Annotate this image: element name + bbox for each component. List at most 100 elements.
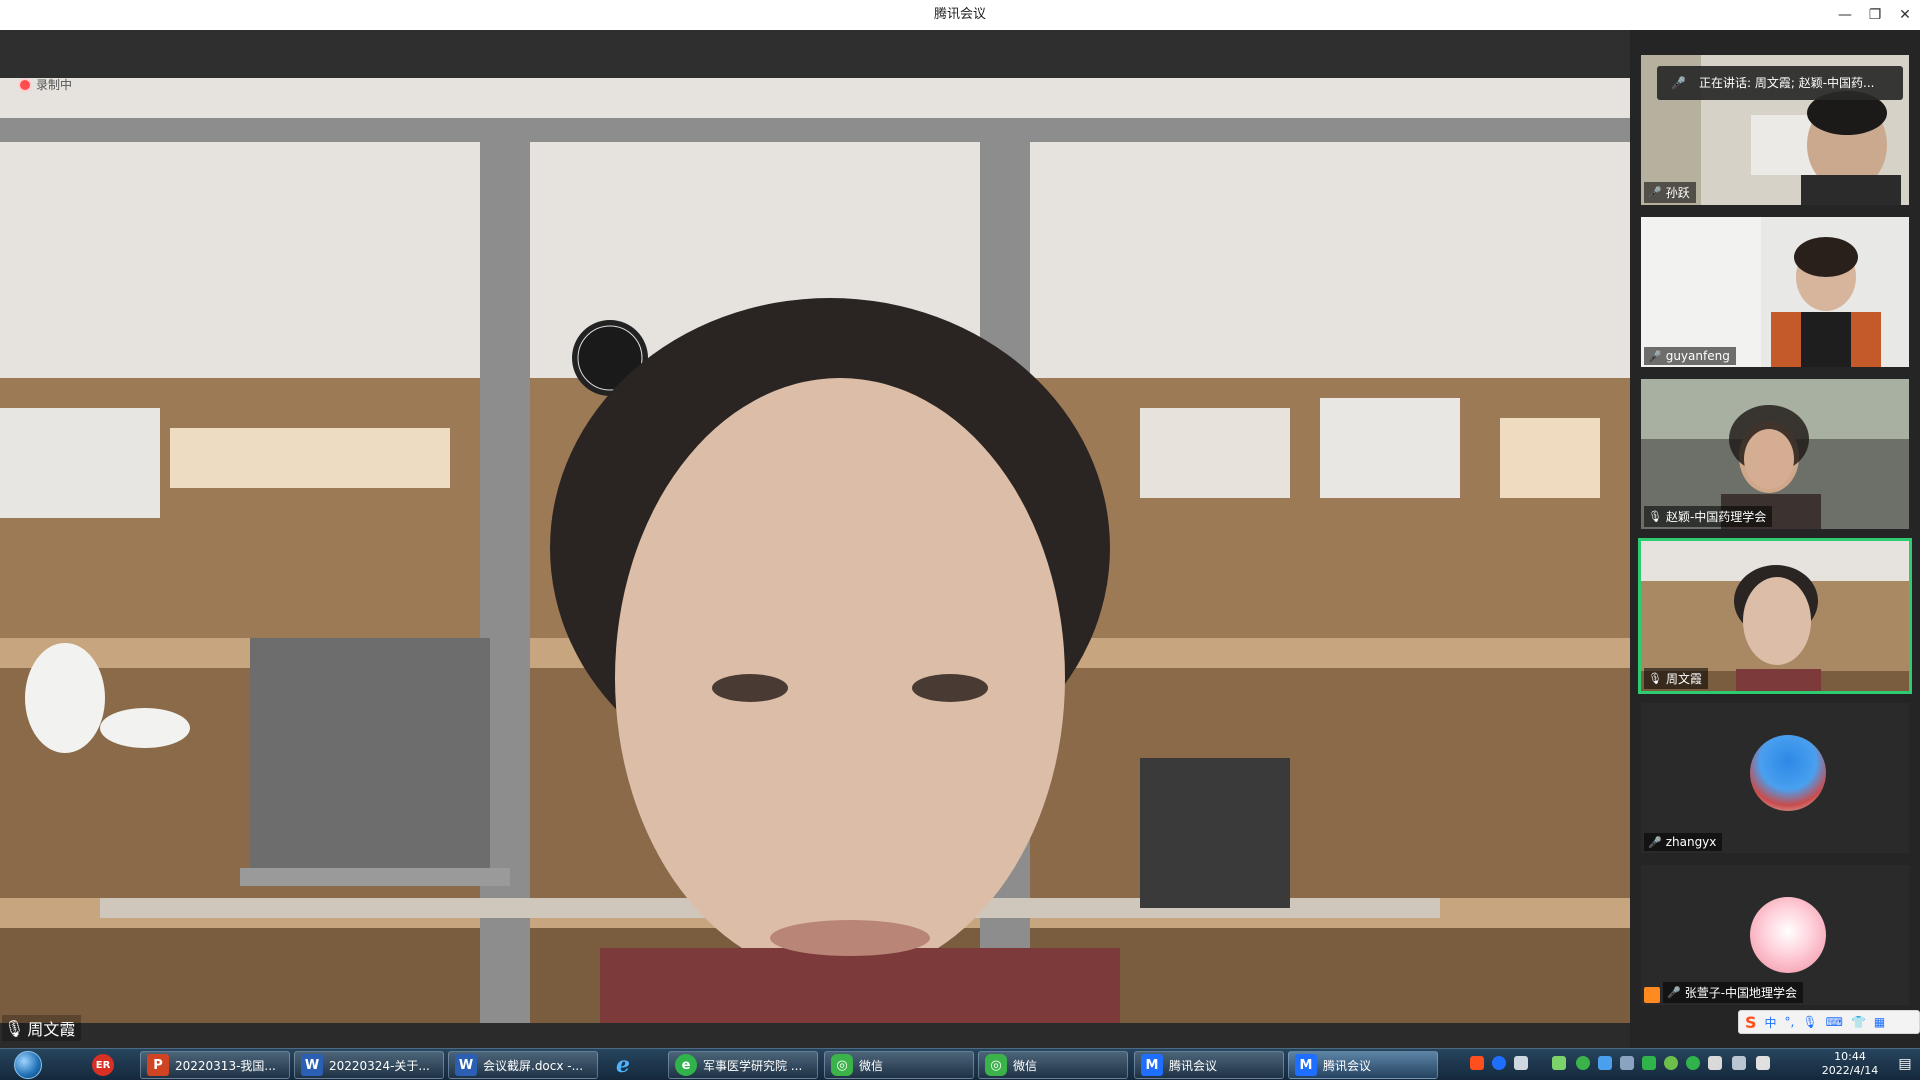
mic-muted-icon: 🎤 — [1648, 349, 1662, 363]
minimize-button[interactable]: — — [1830, 0, 1860, 30]
taskbar-item-label: 军事医学研究院 ... — [703, 1058, 803, 1073]
speaking-now-banner: 🎤 正在讲话: 周文霞; 赵颖-中国药... — [1657, 66, 1903, 100]
title-bar: 腾讯会议 — ❐ ✕ — [0, 0, 1920, 31]
participant-name: 赵颖-中国药理学会 — [1665, 510, 1767, 524]
host-badge-icon — [1644, 987, 1660, 1003]
browser-icon: e — [675, 1054, 697, 1076]
mic-icon: 🎤 — [1671, 76, 1686, 90]
window-title: 腾讯会议 — [933, 7, 986, 22]
sogou-ime-icon: S — [1745, 1012, 1757, 1032]
participant-label: 🎤 guyanfeng — [1644, 347, 1736, 365]
tencent-meeting-window: 腾讯会议 — ❐ ✕ 录制中 🎙 周文霞 🎤 孙跃 🎤 正在讲话: 周文霞; 赵… — [0, 0, 1920, 1080]
participant-name: zhangyx — [1665, 835, 1717, 849]
word-icon: W — [301, 1054, 323, 1076]
tencent-meeting-icon: M — [1295, 1054, 1317, 1076]
taskbar-pinned-er[interactable]: ER — [86, 1051, 126, 1079]
taskbar-item-meeting-2[interactable]: M 腾讯会议 — [1288, 1051, 1438, 1079]
taskbar-item-label: 20220313-我国... — [175, 1058, 276, 1073]
internet-explorer-icon: e — [616, 1052, 630, 1078]
active-speaker-name: 🎙 周文霞 — [2, 1015, 82, 1041]
participant-label: 🎙 赵颖-中国药理学会 — [1644, 506, 1773, 527]
ime-mode[interactable]: 中 — [1765, 1014, 1777, 1031]
clock-time: 10:44 — [1834, 1050, 1866, 1063]
participant-label: 🎤 zhangyx — [1644, 833, 1723, 851]
participant-label: 🎤 孙跃 — [1644, 182, 1696, 203]
help-icon[interactable] — [1492, 1056, 1506, 1070]
er-app-icon: ER — [92, 1054, 114, 1076]
word-icon: W — [455, 1054, 477, 1076]
participant-tile-1[interactable]: 🎤 guyanfeng — [1641, 217, 1909, 367]
taskbar-item-label: 20220324-关于... — [329, 1058, 430, 1073]
speaking-now-text: 正在讲话: 周文霞; 赵颖-中国药... — [1699, 76, 1875, 90]
action-center-icon[interactable]: ▤ — [1895, 1052, 1915, 1076]
main-video-area: 录制中 — [0, 30, 1630, 1023]
close-button[interactable]: ✕ — [1890, 0, 1920, 30]
taskbar-item-meeting-1[interactable]: M 腾讯会议 — [1134, 1051, 1284, 1079]
wechat-tray-icon[interactable] — [1576, 1056, 1590, 1070]
skin-icon[interactable]: 👕 — [1851, 1015, 1866, 1029]
recording-dot-icon — [20, 79, 30, 90]
mic-on-icon: 🎙 — [1648, 672, 1662, 685]
tencent-meeting-icon: M — [1141, 1054, 1163, 1076]
participant-tile-2[interactable]: 🎙 赵颖-中国药理学会 — [1641, 379, 1909, 529]
recording-label: 录制中 — [36, 78, 73, 92]
punctuation-icon[interactable]: °, — [1785, 1015, 1795, 1029]
mic-muted-icon: 🎤 — [1648, 835, 1662, 849]
update-icon[interactable] — [1686, 1056, 1700, 1070]
taskbar-item-label: 微信 — [859, 1058, 884, 1073]
mic-icon: 🎙 — [4, 1018, 25, 1038]
participant-avatar — [1750, 897, 1826, 973]
recording-indicator: 录制中 — [20, 76, 72, 93]
windows-start-icon — [14, 1051, 42, 1079]
taskbar-item-wechat-1[interactable]: ◎ 微信 — [824, 1051, 974, 1079]
taskbar-item-label: 会议截屏.docx -... — [483, 1058, 584, 1073]
display-icon[interactable] — [1732, 1056, 1746, 1070]
participant-name: 周文霞 — [1665, 672, 1702, 686]
taskbar-pinned-ie[interactable]: e — [606, 1051, 660, 1079]
participant-name: 孙跃 — [1665, 186, 1690, 200]
wechat-icon: ◎ — [985, 1054, 1007, 1076]
taskbar-item-label: 腾讯会议 — [1323, 1058, 1372, 1073]
taskbar-item-word-1[interactable]: W 20220324-关于... — [294, 1051, 444, 1079]
participant-label: 🎤 张萱子-中国地理学会 — [1663, 982, 1804, 1003]
taskbar-item-browser[interactable]: e 军事医学研究院 ... — [668, 1051, 818, 1079]
speaker-video-frame — [0, 78, 1630, 1023]
battery-icon[interactable] — [1552, 1056, 1566, 1070]
security-icon[interactable] — [1642, 1056, 1656, 1070]
main-speaker-video[interactable] — [0, 78, 1630, 1023]
taskbar-item-word-2[interactable]: W 会议截屏.docx -... — [448, 1051, 598, 1079]
voice-input-icon[interactable]: 🎙 — [1802, 1015, 1817, 1029]
mic-on-icon: 🎙 — [1648, 510, 1662, 523]
plus-icon[interactable] — [1664, 1056, 1678, 1070]
participant-video — [1641, 217, 1909, 367]
participant-tile-3[interactable]: 🎙 周文霞 — [1638, 538, 1912, 694]
toolbox-icon[interactable]: ▦ — [1874, 1015, 1885, 1029]
taskbar-clock[interactable]: 10:44 2022/4/14 — [1810, 1050, 1890, 1078]
flag-icon[interactable] — [1708, 1056, 1722, 1070]
network-monitor-icon[interactable] — [1598, 1056, 1612, 1070]
powerpoint-icon: P — [147, 1054, 169, 1076]
wechat-icon: ◎ — [831, 1054, 853, 1076]
participant-label: 🎙 周文霞 — [1644, 668, 1708, 689]
taskbar-item-label: 微信 — [1013, 1058, 1038, 1073]
restore-button[interactable]: ❐ — [1860, 0, 1890, 30]
taskbar-item-ppt[interactable]: P 20220313-我国... — [140, 1051, 290, 1079]
participant-name: guyanfeng — [1665, 349, 1730, 363]
participant-tile-5[interactable]: 🎤 张萱子-中国地理学会 — [1641, 865, 1909, 1005]
mic-muted-icon: 🎤 — [1648, 186, 1662, 199]
participant-avatar — [1750, 735, 1826, 811]
shield-icon[interactable] — [1620, 1056, 1634, 1070]
ime-toolbar[interactable]: S 中 °, 🎙 ⌨ 👕 ▦ — [1738, 1010, 1920, 1034]
mic-muted-icon: 🎤 — [1667, 986, 1681, 999]
volume-icon[interactable] — [1756, 1056, 1770, 1070]
taskbar-item-label: 腾讯会议 — [1169, 1058, 1218, 1073]
ime-tray-icon[interactable] — [1514, 1056, 1528, 1070]
keyboard-icon[interactable]: ⌨ — [1826, 1015, 1843, 1029]
participant-name: 张萱子-中国地理学会 — [1684, 986, 1798, 1000]
speaker-name-text: 周文霞 — [27, 1020, 76, 1039]
sogou-tray-icon[interactable] — [1470, 1056, 1484, 1070]
clock-date: 2022/4/14 — [1821, 1064, 1879, 1077]
start-button[interactable] — [4, 1051, 52, 1079]
taskbar-item-wechat-2[interactable]: ◎ 微信 — [978, 1051, 1128, 1079]
participant-tile-4[interactable]: 🎤 zhangyx — [1641, 703, 1909, 853]
